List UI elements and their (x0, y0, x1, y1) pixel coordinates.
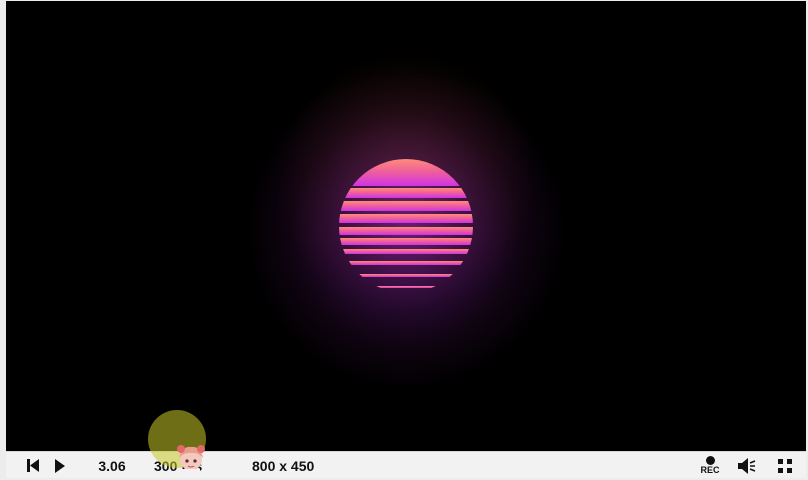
retro-sun (339, 159, 473, 288)
play-icon (55, 458, 65, 473)
fullscreen-icon (778, 458, 792, 473)
record-icon (705, 456, 715, 465)
record-label: REC (700, 465, 720, 475)
shader-viewer: 3.06 300 fps 800 x 450 REC (0, 0, 808, 480)
play-button[interactable] (52, 452, 68, 479)
player-controls-bar: 3.06 300 fps 800 x 450 REC (6, 451, 806, 478)
time-readout: 3.06 (98, 457, 126, 474)
skip-to-start-icon (27, 459, 39, 472)
resolution-readout: 800 x 450 (252, 457, 315, 474)
volume-icon (738, 457, 756, 474)
sun-disc (339, 159, 473, 288)
render-canvas[interactable] (6, 1, 806, 451)
record-button[interactable]: REC (698, 452, 722, 479)
anime-mascot-icon (177, 445, 205, 474)
volume-button[interactable] (736, 452, 758, 479)
fullscreen-button[interactable] (776, 452, 794, 479)
rewind-button[interactable] (24, 452, 42, 479)
